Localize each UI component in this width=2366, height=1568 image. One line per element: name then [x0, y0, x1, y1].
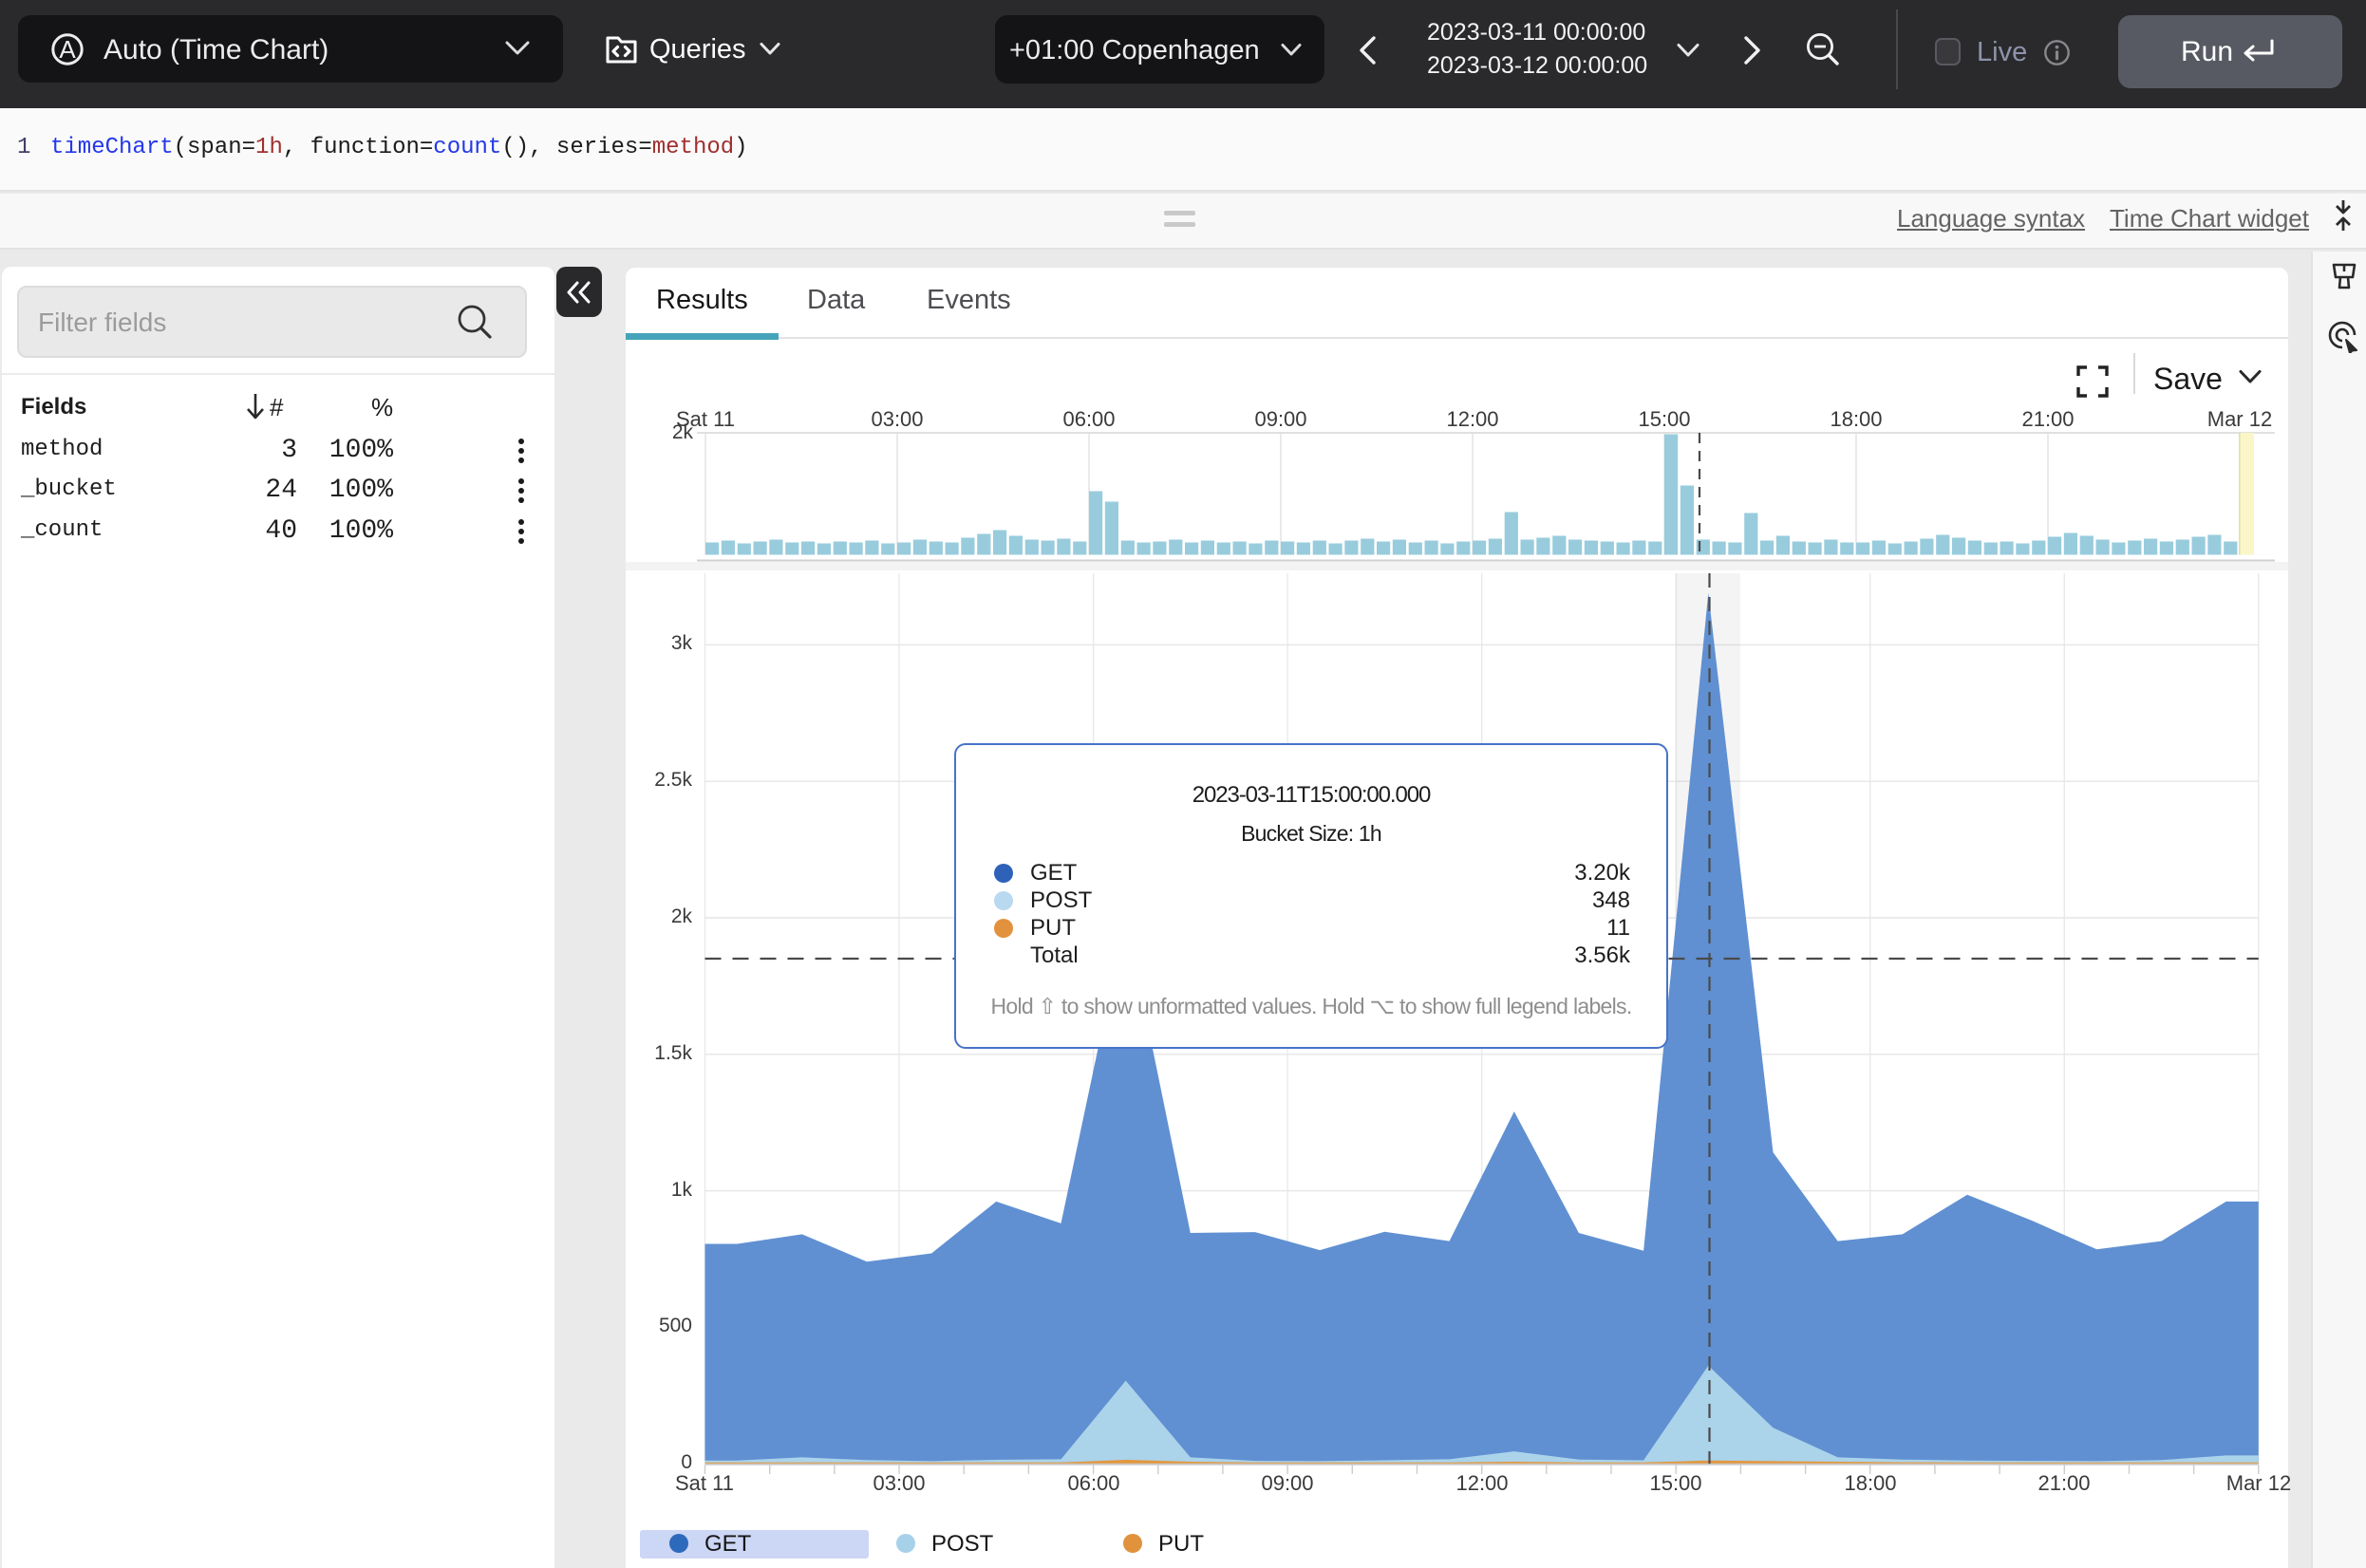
svg-text:A: A	[59, 35, 76, 64]
